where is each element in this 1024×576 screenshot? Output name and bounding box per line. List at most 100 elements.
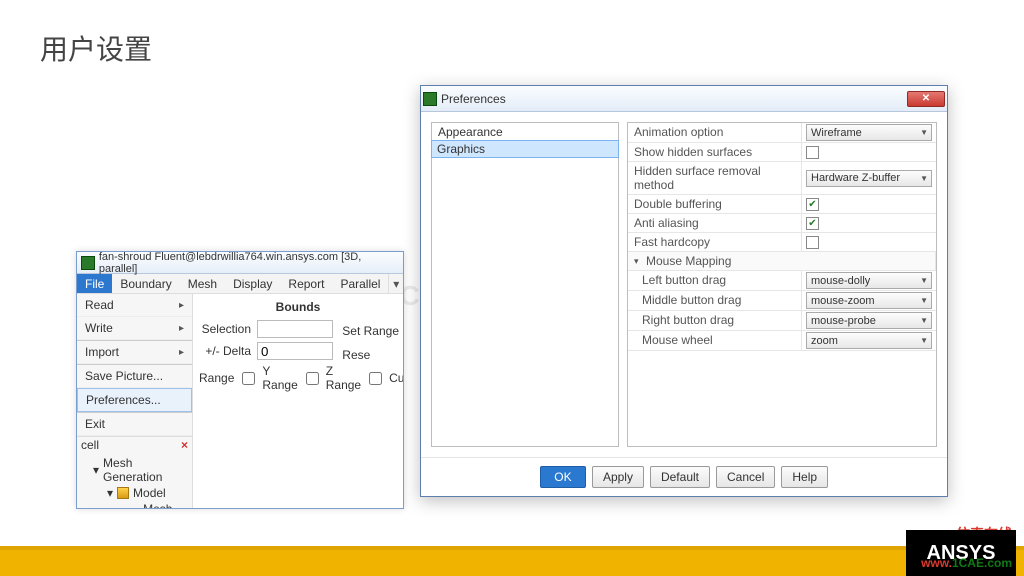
prop-label: Mouse Mapping — [628, 252, 936, 270]
set-range-label: Set Range — [342, 324, 399, 338]
prop-row: Double buffering ✔ — [628, 195, 936, 214]
prop-value: Hardware Z-buffer — [802, 162, 936, 194]
prop-value: mouse-probe — [802, 311, 936, 330]
prop-select[interactable]: Wireframe — [806, 124, 932, 141]
prop-select[interactable]: zoom — [806, 332, 932, 349]
prop-value — [802, 233, 936, 251]
file-menu-dropdown: Read▸ Write▸ Import▸ Save Picture... Pre… — [77, 294, 193, 508]
prop-value: ✔ — [802, 214, 936, 232]
prop-row: Anti aliasing ✔ — [628, 214, 936, 233]
model-icon — [117, 487, 129, 499]
prop-select[interactable]: mouse-dolly — [806, 272, 932, 289]
prop-label: Fast hardcopy — [628, 233, 802, 251]
prop-checkbox[interactable] — [806, 236, 819, 249]
tree-mesh-generation[interactable]: ▾Mesh Generation — [93, 455, 188, 485]
close-icon[interactable]: × — [181, 438, 188, 452]
dialog-title: Preferences — [441, 92, 506, 106]
prop-row: Show hidden surfaces — [628, 143, 936, 162]
y-range-check[interactable] — [242, 372, 255, 385]
prop-select[interactable]: Hardware Z-buffer — [806, 170, 932, 187]
dialog-titlebar[interactable]: Preferences ✕ — [421, 86, 947, 112]
file-import[interactable]: Import▸ — [77, 340, 192, 364]
file-save-picture[interactable]: Save Picture... — [77, 364, 192, 388]
chevron-right-icon: ▸ — [179, 323, 184, 334]
reset-label: Rese — [342, 348, 399, 362]
ok-button[interactable]: OK — [540, 466, 586, 488]
selection-input[interactable] — [257, 320, 333, 338]
prop-label: Show hidden surfaces — [628, 143, 802, 161]
close-button[interactable]: ✕ — [907, 91, 945, 107]
bounds-panel: Bounds Selection +/- Delta Range Y Range… — [193, 294, 403, 508]
prop-value: zoom — [802, 331, 936, 350]
expander-icon: ▾ — [107, 486, 113, 500]
delta-input[interactable] — [257, 342, 333, 360]
expander-icon[interactable] — [634, 253, 643, 262]
bounds-title: Bounds — [199, 300, 397, 314]
menu-overflow[interactable]: ▾ — [388, 274, 403, 293]
default-button[interactable]: Default — [650, 466, 710, 488]
file-exit[interactable]: Exit — [77, 412, 192, 436]
app-icon — [81, 256, 95, 270]
prop-value: ✔ — [802, 195, 936, 213]
prop-row: Left button dragmouse-dolly — [628, 271, 936, 291]
cancel-button[interactable]: Cancel — [716, 466, 775, 488]
prop-label: Animation option — [628, 123, 802, 142]
prop-checkbox[interactable] — [806, 146, 819, 159]
range-label: Range — [199, 371, 234, 385]
z-range-check[interactable] — [306, 372, 319, 385]
tree-mesh-objects[interactable]: ▸Mesh Objects — [93, 501, 188, 509]
prop-label: Right button drag — [628, 311, 802, 330]
prop-label: Anti aliasing — [628, 214, 802, 232]
footer-bar — [0, 546, 1024, 576]
delta-label: +/- Delta — [199, 344, 251, 358]
category-list: Appearance Graphics — [431, 122, 619, 447]
prop-select[interactable]: mouse-probe — [806, 312, 932, 329]
menu-report[interactable]: Report — [280, 274, 332, 293]
category-graphics[interactable]: Graphics — [431, 140, 619, 158]
chevron-right-icon: ▸ — [179, 300, 184, 311]
prop-value: mouse-zoom — [802, 291, 936, 310]
prop-value: Wireframe — [802, 123, 936, 142]
prop-label: Hidden surface removal method — [628, 162, 802, 194]
menu-boundary[interactable]: Boundary — [112, 274, 179, 293]
prop-row: Hidden surface removal methodHardware Z-… — [628, 162, 936, 195]
preferences-dialog: Preferences ✕ Appearance Graphics Animat… — [420, 85, 948, 497]
app-icon — [423, 92, 437, 106]
tree-model[interactable]: ▾Model — [93, 485, 188, 501]
prop-label: Mouse wheel — [628, 331, 802, 350]
fluent-window: fan-shroud Fluent@lebdrwillia764.win.ans… — [76, 251, 404, 509]
selection-label: Selection — [199, 322, 251, 336]
menu-parallel[interactable]: Parallel — [332, 274, 388, 293]
prop-row: Right button dragmouse-probe — [628, 311, 936, 331]
menu-file[interactable]: File — [77, 274, 112, 293]
prop-select[interactable]: mouse-zoom — [806, 292, 932, 309]
menu-display[interactable]: Display — [225, 274, 280, 293]
prop-row: Fast hardcopy — [628, 233, 936, 252]
slide-title: 用户设置 — [40, 28, 152, 68]
prop-label: Middle button drag — [628, 291, 802, 310]
prop-row: Middle button dragmouse-zoom — [628, 291, 936, 311]
chevron-right-icon: ▸ — [179, 347, 184, 358]
footer-url: www.1CAE.com — [921, 556, 1012, 570]
prop-value: mouse-dolly — [802, 271, 936, 290]
cutplane-check[interactable] — [369, 372, 382, 385]
apply-button[interactable]: Apply — [592, 466, 644, 488]
category-appearance[interactable]: Appearance — [432, 123, 618, 141]
prop-row: Mouse wheelzoom — [628, 331, 936, 351]
tree-panel: cell × ▾Mesh Generation ▾Model ▸Mesh Obj… — [77, 436, 192, 509]
file-read[interactable]: Read▸ — [77, 294, 192, 317]
prop-label: Left button drag — [628, 271, 802, 290]
prop-row: Animation optionWireframe — [628, 123, 936, 143]
fluent-title-text: fan-shroud Fluent@lebdrwillia764.win.ans… — [99, 251, 399, 275]
file-write[interactable]: Write▸ — [77, 317, 192, 340]
expander-icon: ▾ — [93, 463, 99, 477]
prop-label: Double buffering — [628, 195, 802, 213]
menubar: File Boundary Mesh Display Report Parall… — [77, 274, 403, 294]
prop-checkbox[interactable]: ✔ — [806, 198, 819, 211]
help-button[interactable]: Help — [781, 466, 828, 488]
prop-checkbox[interactable]: ✔ — [806, 217, 819, 230]
cell-header: cell — [81, 438, 99, 452]
file-preferences[interactable]: Preferences... — [77, 388, 192, 412]
menu-mesh[interactable]: Mesh — [180, 274, 225, 293]
fluent-titlebar: fan-shroud Fluent@lebdrwillia764.win.ans… — [77, 252, 403, 274]
